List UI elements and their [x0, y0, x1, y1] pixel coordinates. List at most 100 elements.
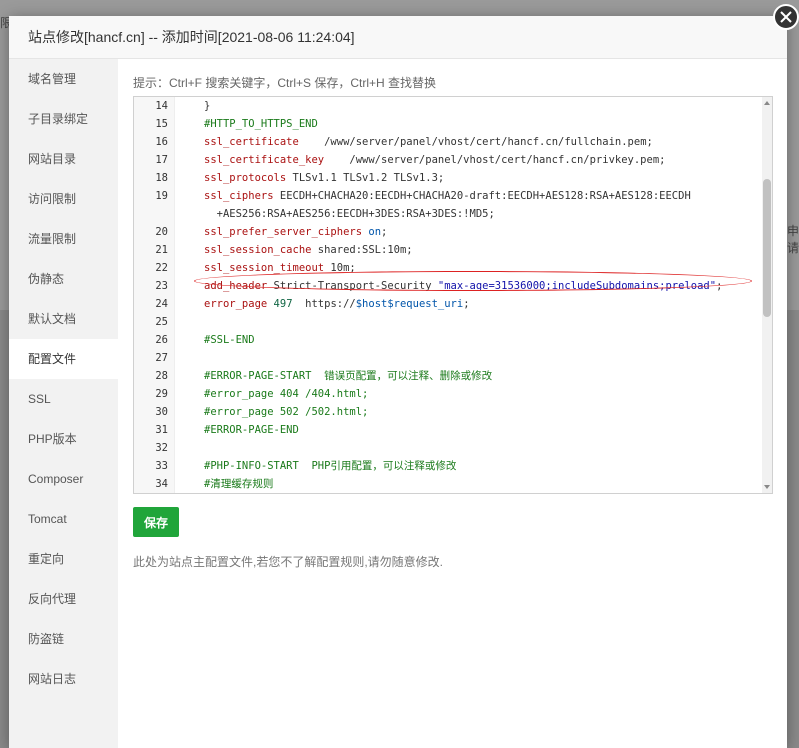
highlight-ellipse	[194, 271, 752, 291]
code-token: #ERROR-PAGE-END	[204, 424, 299, 436]
code-token: ssl_session_cache	[204, 244, 312, 256]
code-text: #清理缓存规则	[204, 475, 273, 493]
sidebar-item[interactable]: 网站日志	[9, 659, 118, 699]
dialog-title: 站点修改[hancf.cn] -- 添加时间[2021-08-06 11:24:…	[9, 16, 787, 59]
line-number: 29	[155, 388, 168, 400]
code-line: 17 ssl_certificate_key /www/server/panel/…	[134, 151, 754, 169]
line-number: 30	[155, 406, 168, 418]
sidebar-item[interactable]: SSL	[9, 379, 118, 419]
line-number: 34	[155, 478, 168, 490]
sidebar-item[interactable]: 防盗链	[9, 619, 118, 659]
site-edit-dialog: 站点修改[hancf.cn] -- 添加时间[2021-08-06 11:24:…	[9, 16, 787, 748]
code-token: #SSL-END	[204, 334, 255, 346]
code-text: #error_page 502 /502.html;	[204, 403, 368, 421]
sidebar-item[interactable]: 重定向	[9, 539, 118, 579]
sidebar-item[interactable]: 流量限制	[9, 219, 118, 259]
code-text: ssl_session_cache shared:SSL:10m;	[204, 241, 413, 259]
line-number: 27	[155, 352, 168, 364]
line-number: 31	[155, 424, 168, 436]
code-text: }	[204, 97, 210, 115]
code-token: ssl_certificate	[204, 136, 299, 148]
code-line: 24 error_page 497 https://$host$request_u…	[134, 295, 754, 313]
scroll-up-icon[interactable]	[763, 99, 771, 107]
code-token: ssl_prefer_server_ciphers	[204, 226, 363, 238]
code-token: #PHP-INFO-START PHP引用配置，可以注释或修改	[204, 460, 457, 472]
code-token: ;	[381, 226, 388, 238]
line-number: 21	[155, 244, 168, 256]
code-line: 28 #ERROR-PAGE-START 错误页配置，可以注释、删除或修改	[134, 367, 754, 385]
code-text: #error_page 404 /404.html;	[204, 385, 368, 403]
code-line: 21 ssl_session_cache shared:SSL:10m;	[134, 241, 754, 259]
code-line: 25	[134, 313, 754, 331]
code-token: TLSv1.1 TLSv1.2 TLSv1.3;	[286, 172, 445, 184]
code-line: 14}	[134, 97, 754, 115]
code-token: ;	[463, 298, 470, 310]
code-token: 497	[273, 298, 293, 310]
config-warning-note: 此处为站点主配置文件,若您不了解配置规则,请勿随意修改.	[133, 555, 444, 569]
sidebar-item[interactable]: 域名管理	[9, 59, 118, 99]
line-number: 14	[155, 100, 168, 112]
shortcut-hint: 提示：Ctrl+F 搜索关键字，Ctrl+S 保存，Ctrl+H 查找替换	[133, 76, 437, 90]
close-icon	[780, 11, 792, 23]
code-line: 32	[134, 439, 754, 457]
code-token: ssl_ciphers	[204, 190, 274, 202]
code-line: 19 ssl_ciphers EECDH+CHACHA20:EECDH+CHACH…	[134, 187, 754, 205]
sidebar-item[interactable]: 子目录绑定	[9, 99, 118, 139]
line-number: 23	[155, 280, 168, 292]
code-line: 29 #error_page 404 /404.html;	[134, 385, 754, 403]
line-number: 24	[155, 298, 168, 310]
sidebar-item[interactable]: 反向代理	[9, 579, 118, 619]
sidebar-item[interactable]: 配置文件	[9, 339, 118, 379]
code-text: #SSL-END	[204, 331, 255, 349]
code-line: 18 ssl_protocols TLSv1.1 TLSv1.2 TLSv1.3;	[134, 169, 754, 187]
line-number: 33	[155, 460, 168, 472]
code-text: ssl_prefer_server_ciphers on;	[204, 223, 387, 241]
code-text: ssl_certificate /www/server/panel/vhost/…	[204, 133, 653, 151]
code-editor[interactable]: 14} 15 #HTTP_TO_HTTPS_END 16 ssl_certificate…	[133, 96, 773, 494]
sidebar-item[interactable]: 伪静态	[9, 259, 118, 299]
code-text: ssl_certificate_key /www/server/panel/vh…	[204, 151, 665, 169]
background-right-text: 申请	[787, 224, 799, 255]
sidebar-item[interactable]: 默认文档	[9, 299, 118, 339]
line-number: 25	[155, 316, 168, 328]
scrollbar-thumb[interactable]	[763, 179, 771, 317]
code-token: error_page	[204, 298, 268, 310]
code-token: #清理缓存规则	[204, 478, 274, 490]
code-token: #error_page 502 /502.html;	[204, 406, 369, 418]
sidebar-item[interactable]: 访问限制	[9, 179, 118, 219]
code-text: ssl_protocols TLSv1.1 TLSv1.2 TLSv1.3;	[204, 169, 444, 187]
code-token: #HTTP_TO_HTTPS_END	[204, 118, 318, 130]
line-number: 17	[155, 154, 168, 166]
code-line: 33 #PHP-INFO-START PHP引用配置，可以注释或修改	[134, 457, 754, 475]
sidebar: 域名管理 子目录绑定 网站目录 访问限制 流量限制 伪静态 默认文档 配置文件 SSL PHP版本…	[9, 59, 118, 748]
code-text: error_page 497 https://$host$request_uri…	[204, 295, 470, 313]
code-line: 31 #ERROR-PAGE-END	[134, 421, 754, 439]
code-token: #error_page 404 /404.html;	[204, 388, 369, 400]
code-line: 20 ssl_prefer_server_ciphers on;	[134, 223, 754, 241]
code-line: 16 ssl_certificate /www/server/panel/vhos…	[134, 133, 754, 151]
code-line: 27	[134, 349, 754, 367]
sidebar-item[interactable]: PHP版本	[9, 419, 118, 459]
save-button[interactable]: 保存	[133, 507, 179, 537]
line-number: 18	[155, 172, 168, 184]
line-number: 32	[155, 442, 168, 454]
sidebar-item[interactable]: 网站目录	[9, 139, 118, 179]
code-token: https://	[292, 298, 356, 310]
code-line: 15 #HTTP_TO_HTTPS_END	[134, 115, 754, 133]
sidebar-item[interactable]: Tomcat	[9, 499, 118, 539]
code-token: ssl_certificate_key	[204, 154, 325, 166]
code-token: EECDH+CHACHA20:EECDH+CHACHA20-draft:EECD…	[273, 190, 691, 202]
code-text: #HTTP_TO_HTTPS_END	[204, 115, 318, 133]
code-text: +AES256:RSA+AES256:EECDH+3DES:RSA+3DES:!…	[204, 205, 495, 223]
code-text: #ERROR-PAGE-START 错误页配置，可以注释、删除或修改	[204, 367, 492, 385]
sidebar-item[interactable]: Composer	[9, 459, 118, 499]
close-dialog-button[interactable]	[773, 4, 799, 30]
editor-scrollbar[interactable]	[762, 97, 772, 493]
line-number: 22	[155, 262, 168, 274]
code-token: #ERROR-PAGE-START 错误页配置，可以注释、删除或修改	[204, 370, 493, 382]
scroll-down-icon[interactable]	[763, 483, 771, 491]
code-token: +AES256:RSA+AES256:EECDH+3DES:RSA+3DES:!…	[204, 208, 495, 220]
line-number: 26	[155, 334, 168, 346]
code-line: 26 #SSL-END	[134, 331, 754, 349]
line-number: 19	[155, 190, 168, 202]
